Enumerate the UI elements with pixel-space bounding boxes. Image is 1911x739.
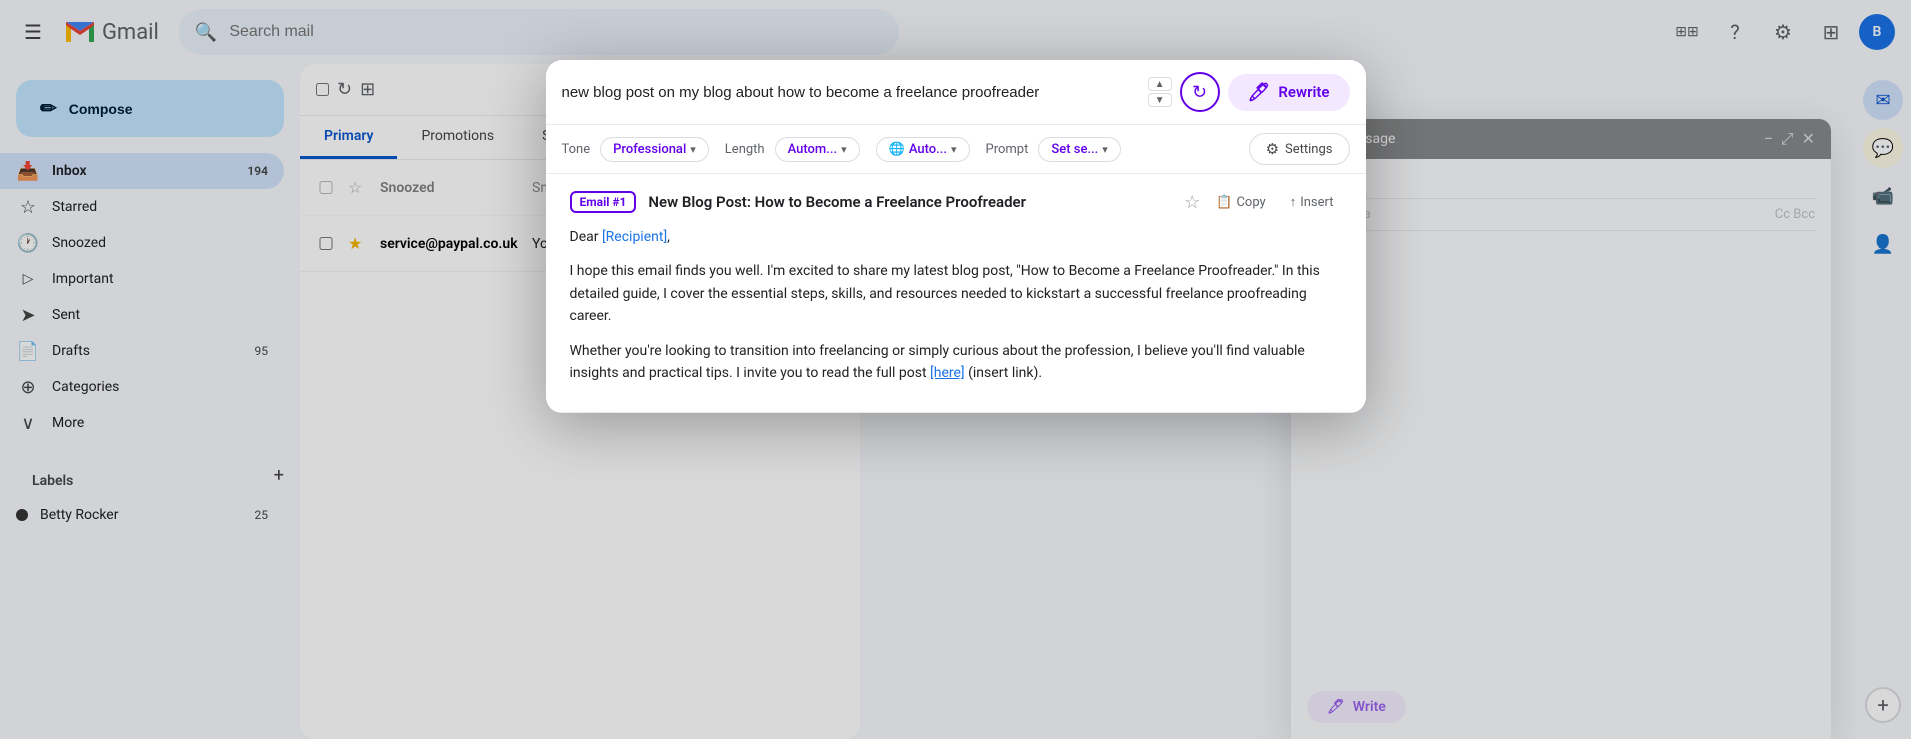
prompt-select[interactable]: Set se... ▾ — [1038, 137, 1120, 162]
prompt-bar: ▲ ▼ ↻ 🖊 Rewrite — [546, 60, 1366, 125]
email-link[interactable]: [here] — [930, 365, 965, 381]
results-area[interactable]: Email #1 New Blog Post: How to Become a … — [546, 174, 1366, 413]
tone-label: Tone — [562, 142, 591, 157]
tone-select[interactable]: Professional ▾ — [600, 137, 709, 162]
email-body: Dear [Recipient], I hope this email find… — [570, 226, 1342, 384]
language-value: Auto... — [909, 142, 947, 157]
scroll-down-button[interactable]: ▼ — [1148, 93, 1172, 107]
insert-icon: ↑ — [1290, 194, 1297, 210]
copy-label: Copy — [1236, 195, 1265, 210]
scroll-up-button[interactable]: ▲ — [1148, 77, 1172, 91]
prompt-label: Prompt — [986, 142, 1029, 157]
result-actions: ☆ 📋 Copy ↑ Insert — [1184, 190, 1341, 214]
length-label: Length — [725, 142, 765, 157]
options-bar: Tone Professional ▾ Length Autom... ▾ 🌐 … — [546, 125, 1366, 174]
settings-label: Settings — [1285, 142, 1332, 157]
modal-overlay: ▲ ▼ ↻ 🖊 Rewrite Tone Professional ▾ Leng… — [0, 0, 1911, 739]
settings-gear-icon: ⚙ — [1266, 140, 1279, 158]
language-chevron-icon: ▾ — [951, 143, 957, 156]
length-value: Autom... — [788, 142, 838, 157]
email-result-1: Email #1 New Blog Post: How to Become a … — [546, 174, 1366, 413]
copy-button[interactable]: 📋 Copy — [1208, 191, 1273, 214]
refresh-icon: ↻ — [1192, 82, 1207, 103]
email-result-title: New Blog Post: How to Become a Freelance… — [648, 193, 1172, 211]
scroll-controls: ▲ ▼ — [1148, 77, 1172, 107]
recipient-placeholder: [Recipient] — [602, 229, 667, 245]
insert-button[interactable]: ↑ Insert — [1282, 190, 1342, 214]
rewrite-button[interactable]: 🖊 Rewrite — [1228, 74, 1350, 111]
refresh-button[interactable]: ↻ — [1180, 72, 1220, 112]
length-select[interactable]: Autom... ▾ — [775, 137, 860, 162]
prompt-chevron-icon: ▾ — [1102, 143, 1108, 156]
prompt-value: Set se... — [1051, 142, 1098, 157]
ai-panel: ▲ ▼ ↻ 🖊 Rewrite Tone Professional ▾ Leng… — [546, 60, 1366, 413]
rewrite-gem-icon: 🖊 — [1248, 82, 1271, 103]
email-tag: Email #1 — [570, 191, 637, 213]
copy-icon: 📋 — [1216, 195, 1232, 210]
insert-label: Insert — [1300, 195, 1333, 210]
tone-chevron-icon: ▾ — [690, 143, 696, 156]
tone-value: Professional — [613, 142, 686, 157]
favorite-button[interactable]: ☆ — [1184, 192, 1200, 213]
translate-icon: 🌐 — [889, 142, 905, 157]
settings-button[interactable]: ⚙ Settings — [1249, 133, 1350, 165]
language-select[interactable]: 🌐 Auto... ▾ — [876, 137, 970, 162]
email-result-header: Email #1 New Blog Post: How to Become a … — [570, 190, 1342, 214]
length-chevron-icon: ▾ — [841, 143, 847, 156]
prompt-input[interactable] — [562, 84, 1140, 101]
rewrite-label: Rewrite — [1278, 83, 1329, 101]
